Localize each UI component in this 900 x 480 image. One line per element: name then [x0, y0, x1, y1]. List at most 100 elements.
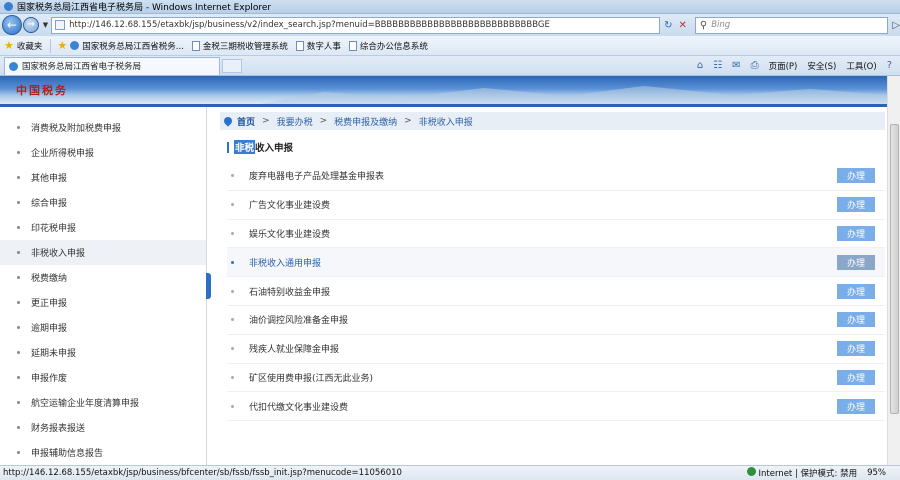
globe-icon	[746, 467, 756, 476]
sidebar-item[interactable]: 消费税及附加税费申报	[0, 115, 206, 140]
sidebar-item[interactable]: 综合申报	[0, 190, 206, 215]
back-icon[interactable]: ←	[2, 15, 22, 35]
bullet-icon	[17, 126, 20, 129]
security-zone[interactable]: Internet | 保护模式: 禁用	[746, 467, 858, 479]
zoom-level[interactable]: 95%	[867, 468, 886, 478]
bullet-icon	[231, 231, 234, 235]
stop-icon[interactable]: ✕	[678, 20, 686, 31]
breadcrumb-arrow-icon: >	[319, 116, 328, 126]
sidebar-item[interactable]: 更正申报	[0, 290, 206, 315]
list-item-label[interactable]: 石油特别收益金申报	[249, 285, 330, 298]
handle-button[interactable]: 办理	[837, 398, 875, 414]
list-item: 矿区使用费申报(江西无此业务) 办理	[227, 364, 885, 393]
add-favorite-icon[interactable]: ★	[57, 39, 67, 52]
vertical-scrollbar[interactable]	[887, 76, 900, 465]
search-input[interactable]: Bing	[711, 20, 730, 30]
list-item-label[interactable]: 油价调控风险准备金申报	[249, 313, 348, 326]
sidebar-item[interactable]: 企业所得税申报	[0, 140, 206, 165]
search-go-icon[interactable]: ▷	[892, 20, 900, 31]
rss-icon[interactable]: ☷	[713, 60, 722, 71]
address-url[interactable]: http://146.12.68.155/etaxbk/jsp/business…	[69, 20, 550, 30]
handle-button[interactable]: 办理	[837, 254, 875, 270]
handle-button[interactable]: 办理	[837, 341, 875, 357]
sidebar-list: 消费税及附加税费申报企业所得税申报 其他申报综合申报印花税申报非税收入申报 税费缴纳…	[0, 115, 206, 465]
sidebar-item[interactable]: 非税收入申报	[0, 240, 206, 265]
bullet-icon	[17, 326, 20, 329]
sidebar-item-label: 申报作废	[31, 374, 68, 384]
chevron-down-icon[interactable]: ▼	[43, 21, 48, 29]
page-menu[interactable]: 页面(P)	[769, 60, 798, 72]
breadcrumb-item[interactable]: 我要办税	[277, 115, 313, 128]
favorite-link-office[interactable]: 综合办公信息系统	[348, 40, 428, 52]
list-item-label[interactable]: 矿区使用费申报(江西无此业务)	[249, 371, 373, 384]
bullet-icon	[231, 404, 234, 408]
mail-icon[interactable]: ✉	[732, 60, 740, 71]
favorite-link-tax-bureau[interactable]: ★ 国家税务总局江西省税务...	[57, 39, 183, 52]
help-icon[interactable]: ?	[887, 60, 892, 71]
browser-tab[interactable]: 国家税务总局江西省电子税务局	[4, 56, 220, 75]
favorites-bar: ★ 收藏夹 ★ 国家税务总局江西省税务... 金税三期税收管理系统 数字人事 综…	[0, 36, 900, 56]
main-content: 首页 > 我要办税 > 税费申报及缴纳 > 非税收入申报 非税 收入申报 废弃电…	[220, 107, 885, 465]
breadcrumb-home[interactable]: 首页	[237, 115, 255, 128]
sidebar-item[interactable]: 税费缴纳	[0, 265, 206, 290]
address-bar[interactable]: http://146.12.68.155/etaxbk/jsp/business…	[51, 16, 661, 34]
favorite-link-hr[interactable]: 数字人事	[295, 40, 341, 52]
new-tab-button[interactable]	[222, 58, 242, 73]
sidebar-item[interactable]: 印花税申报	[0, 215, 206, 240]
ie-icon	[70, 41, 80, 50]
star-icon: ★	[4, 39, 14, 52]
bullet-icon	[231, 203, 234, 207]
breadcrumb-item[interactable]: 税费申报及缴纳	[334, 115, 397, 128]
list-item: 广告文化事业建设费 办理	[227, 191, 885, 220]
sidebar-item[interactable]: 财务报表报送	[0, 415, 206, 440]
sidebar-item-label: 非税收入申报	[31, 249, 86, 259]
scrollbar-thumb[interactable]	[890, 124, 899, 414]
sidebar-item[interactable]: 申报辅助信息报告	[0, 440, 206, 465]
page-icon	[295, 40, 304, 51]
favorites-button[interactable]: ★ 收藏夹	[4, 39, 42, 52]
list-item-label[interactable]: 非税收入通用申报	[249, 256, 321, 269]
page-icon	[348, 40, 357, 51]
zone-label: Internet | 保护模式: 禁用	[758, 469, 858, 479]
sidebar-item-label: 延期未申报	[31, 349, 77, 359]
sidebar-item-label: 综合申报	[31, 199, 68, 209]
window-title: 国家税务总局江西省电子税务局 - Windows Internet Explor…	[17, 3, 272, 13]
list-item-label[interactable]: 废弃电器电子产品处理基金申报表	[249, 169, 384, 182]
handle-button[interactable]: 办理	[837, 369, 875, 385]
bullet-icon	[17, 251, 20, 254]
sidebar-item-label: 消费税及附加税费申报	[31, 124, 122, 134]
mountain-graphic	[260, 86, 887, 104]
list-item: 残疾人就业保障金申报 办理	[227, 335, 885, 364]
section-marker	[227, 141, 229, 153]
handle-button[interactable]: 办理	[837, 197, 875, 213]
refresh-icon[interactable]: ↻	[664, 20, 672, 31]
sidebar-item-label: 税费缴纳	[31, 274, 68, 284]
safety-menu[interactable]: 安全(S)	[807, 60, 836, 72]
list-item-label[interactable]: 广告文化事业建设费	[249, 198, 330, 211]
sidebar-item[interactable]: 航空运输企业年度清算申报	[0, 390, 206, 415]
breadcrumb-arrow-icon: >	[404, 116, 412, 126]
forward-icon[interactable]: →	[22, 17, 39, 33]
breadcrumb-item[interactable]: 非税收入申报	[419, 115, 473, 128]
favorite-label: 综合办公信息系统	[359, 41, 428, 52]
handle-button[interactable]: 办理	[837, 283, 875, 299]
home-icon[interactable]: ⌂	[697, 60, 703, 71]
favorite-link-jinshui[interactable]: 金税三期税收管理系统	[191, 40, 288, 52]
sidebar-item[interactable]: 其他申报	[0, 165, 206, 190]
sidebar-collapse-handle[interactable]	[206, 273, 211, 299]
favorite-label: 金税三期税收管理系统	[202, 41, 288, 52]
list-item-label[interactable]: 代扣代缴文化事业建设费	[249, 400, 348, 413]
sidebar-item[interactable]: 申报作废	[0, 365, 206, 390]
sidebar-item[interactable]: 延期未申报	[0, 340, 206, 365]
sidebar-item-label: 财务报表报送	[31, 424, 86, 434]
handle-button[interactable]: 办理	[837, 168, 875, 184]
tools-menu[interactable]: 工具(O)	[846, 60, 876, 72]
sidebar-item-label: 印花税申报	[31, 224, 77, 234]
list-item-label[interactable]: 娱乐文化事业建设费	[249, 227, 330, 240]
search-box[interactable]: ⚲ Bing	[694, 16, 889, 34]
handle-button[interactable]: 办理	[837, 312, 875, 328]
print-icon[interactable]: ⎙	[751, 60, 759, 71]
handle-button[interactable]: 办理	[837, 225, 875, 241]
list-item-label[interactable]: 残疾人就业保障金申报	[249, 342, 339, 355]
sidebar-item[interactable]: 逾期申报	[0, 315, 206, 340]
